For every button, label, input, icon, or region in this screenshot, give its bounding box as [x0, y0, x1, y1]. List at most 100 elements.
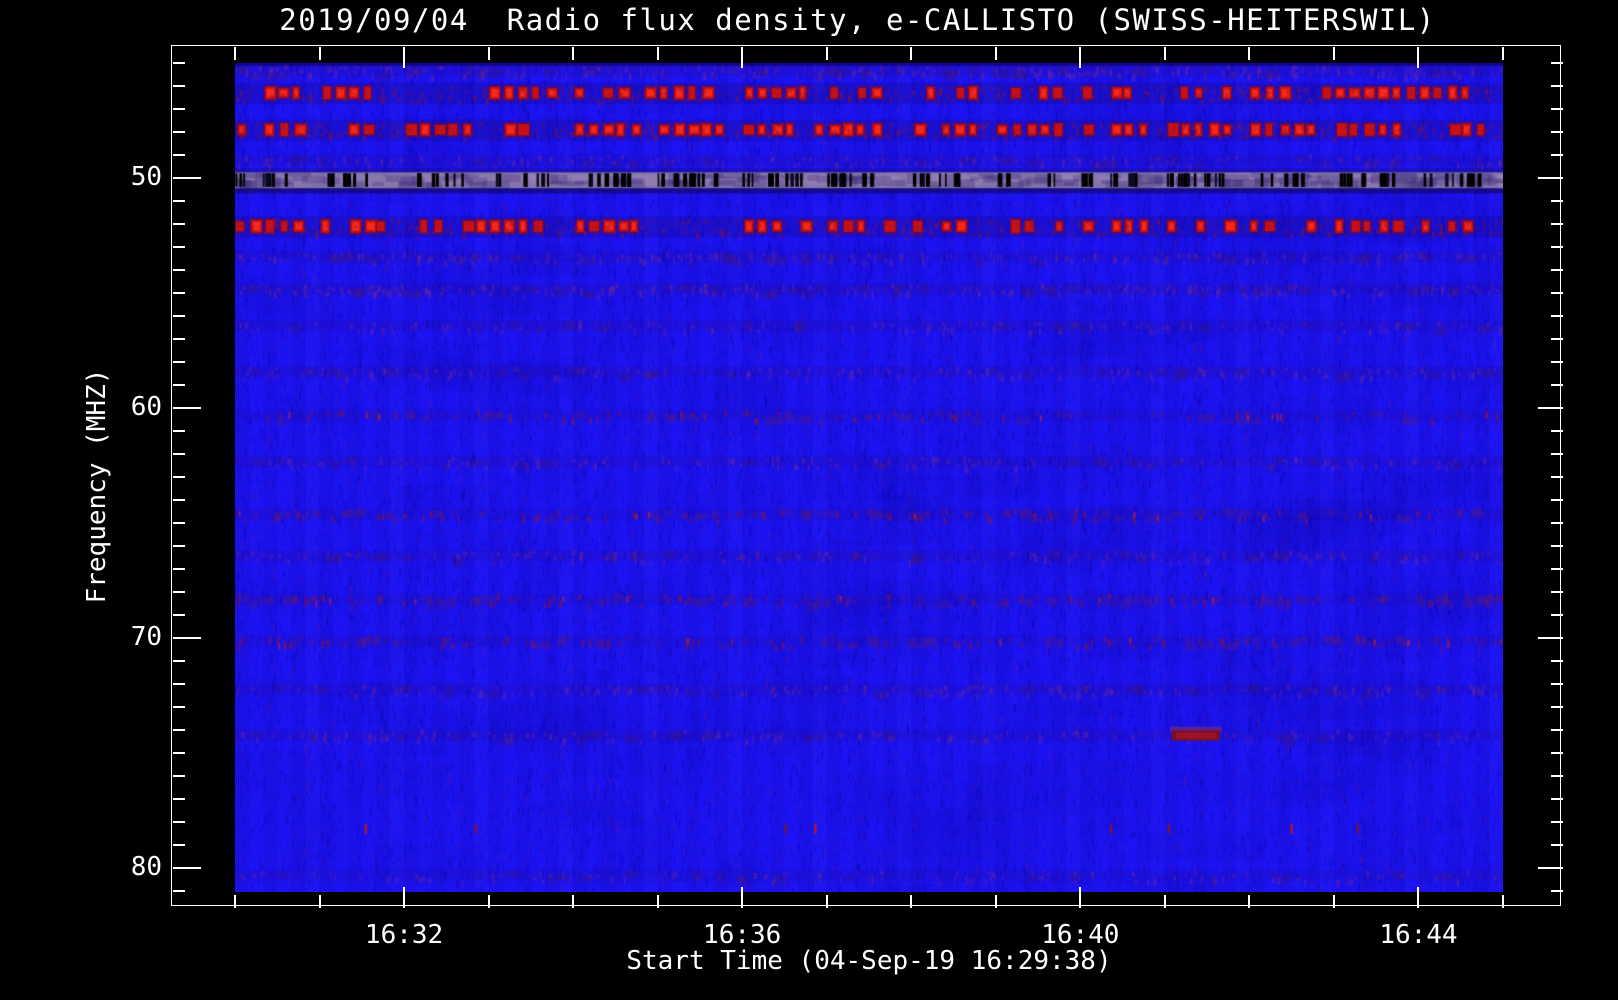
y-minor-tick-right — [1550, 844, 1563, 846]
x-minor-tick-top — [572, 46, 575, 60]
y-minor-tick-right — [1550, 568, 1563, 570]
y-minor-tick-right — [1550, 821, 1563, 823]
y-major-tick — [172, 637, 201, 639]
y-minor-tick — [172, 131, 185, 133]
y-minor-tick — [172, 223, 185, 225]
y-minor-tick-right — [1550, 798, 1563, 800]
y-minor-tick-right — [1550, 591, 1563, 593]
x-major-tick — [1079, 886, 1082, 908]
y-minor-tick-right — [1550, 430, 1563, 432]
y-minor-tick-right — [1550, 752, 1563, 754]
y-minor-tick-right — [1550, 108, 1563, 110]
x-minor-tick-top — [487, 46, 490, 60]
y-minor-tick-right — [1550, 85, 1563, 87]
x-minor-tick-top — [825, 46, 828, 60]
x-minor-tick — [572, 894, 575, 908]
plot-frame — [171, 45, 1561, 906]
x-axis-label: Start Time (04-Sep-19 16:29:38) — [626, 946, 1112, 976]
y-minor-tick — [172, 338, 185, 340]
y-minor-tick-right — [1550, 154, 1563, 156]
y-minor-tick — [172, 568, 185, 570]
y-minor-tick — [172, 200, 185, 202]
y-minor-tick — [172, 315, 185, 317]
x-minor-tick-top — [656, 46, 659, 60]
x-minor-tick-top — [234, 46, 236, 60]
y-minor-tick — [172, 499, 185, 501]
y-major-tick — [172, 177, 201, 179]
y-minor-tick — [172, 476, 185, 478]
y-minor-tick — [172, 522, 185, 524]
x-minor-tick-top — [1163, 46, 1166, 60]
x-major-tick-top — [1079, 46, 1082, 68]
y-minor-tick-right — [1550, 706, 1563, 708]
y-minor-tick-right — [1550, 200, 1563, 202]
y-minor-tick-right — [1550, 545, 1563, 547]
y-minor-tick — [172, 292, 185, 294]
y-minor-tick-right — [1550, 890, 1563, 892]
y-minor-tick — [172, 821, 185, 823]
x-minor-tick — [487, 894, 490, 908]
y-minor-tick — [172, 729, 185, 731]
x-major-tick — [741, 886, 744, 908]
y-minor-tick-right — [1550, 361, 1563, 363]
y-minor-tick-right — [1550, 223, 1563, 225]
y-tick-label: 80 — [130, 852, 162, 882]
y-minor-tick — [172, 683, 185, 685]
x-minor-tick-top — [910, 46, 913, 60]
x-minor-tick-top — [1248, 46, 1251, 60]
x-minor-tick-top — [1332, 46, 1335, 60]
x-minor-tick — [1248, 894, 1251, 908]
x-minor-tick — [1502, 894, 1504, 908]
x-major-tick-top — [1417, 46, 1420, 68]
x-major-tick-top — [741, 46, 744, 68]
x-minor-tick-top — [318, 46, 321, 60]
x-minor-tick — [1332, 894, 1335, 908]
y-minor-tick — [172, 614, 185, 616]
y-minor-tick-right — [1550, 614, 1563, 616]
y-major-tick-right — [1537, 637, 1563, 639]
x-minor-tick — [825, 894, 828, 908]
y-tick-label: 50 — [130, 162, 162, 192]
y-minor-tick — [172, 430, 185, 432]
x-minor-tick — [318, 894, 321, 908]
y-minor-tick — [172, 844, 185, 846]
y-major-tick-right — [1537, 407, 1563, 409]
y-minor-tick — [172, 384, 185, 386]
y-minor-tick-right — [1550, 269, 1563, 271]
x-major-tick-top — [403, 46, 406, 68]
y-minor-tick-right — [1550, 384, 1563, 386]
spectrogram-figure: 2019/09/04 Radio flux density, e-CALLIST… — [0, 0, 1618, 1000]
y-minor-tick — [172, 798, 185, 800]
y-minor-tick-right — [1550, 660, 1563, 662]
y-minor-tick-right — [1550, 62, 1563, 64]
y-minor-tick-right — [1550, 499, 1563, 501]
y-minor-tick-right — [1550, 338, 1563, 340]
y-minor-tick — [172, 591, 185, 593]
y-minor-tick — [172, 269, 185, 271]
x-minor-tick — [1163, 894, 1166, 908]
y-minor-tick — [172, 660, 185, 662]
y-minor-tick — [172, 154, 185, 156]
y-minor-tick — [172, 453, 185, 455]
x-minor-tick — [994, 894, 997, 908]
y-tick-label: 70 — [130, 622, 162, 652]
y-minor-tick — [172, 706, 185, 708]
y-minor-tick-right — [1550, 246, 1563, 248]
y-minor-tick — [172, 85, 185, 87]
x-minor-tick — [656, 894, 659, 908]
y-minor-tick — [172, 361, 185, 363]
y-minor-tick — [172, 545, 185, 547]
y-major-tick — [172, 407, 201, 409]
y-axis-label: Frequency (MHZ) — [82, 368, 112, 604]
y-minor-tick-right — [1550, 683, 1563, 685]
x-minor-tick-top — [994, 46, 997, 60]
y-minor-tick — [172, 775, 185, 777]
y-minor-tick — [172, 108, 185, 110]
y-minor-tick-right — [1550, 522, 1563, 524]
x-major-tick — [403, 886, 406, 908]
y-minor-tick-right — [1550, 315, 1563, 317]
y-minor-tick-right — [1550, 729, 1563, 731]
x-minor-tick — [234, 894, 236, 908]
y-major-tick-right — [1537, 867, 1563, 869]
y-minor-tick-right — [1550, 292, 1563, 294]
